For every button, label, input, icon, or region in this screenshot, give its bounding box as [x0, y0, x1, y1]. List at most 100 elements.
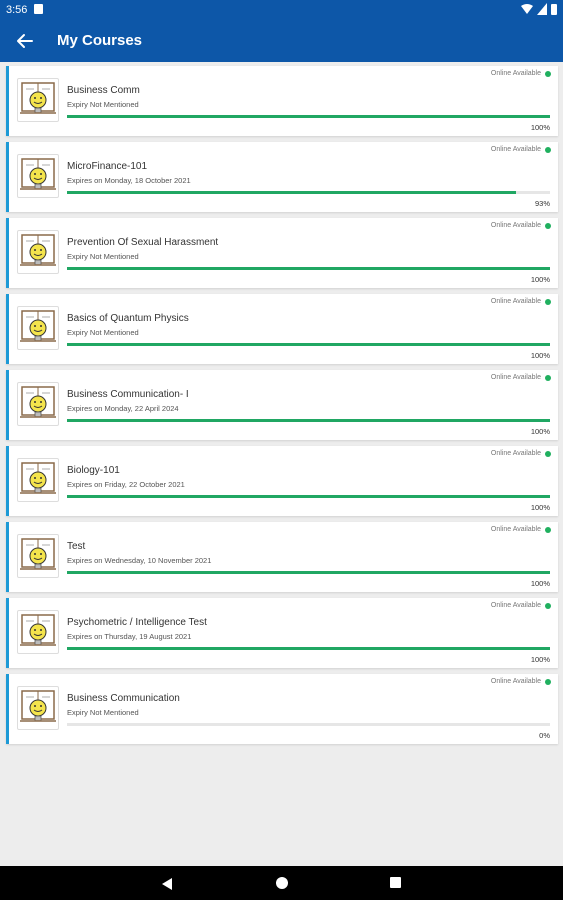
- progress-bar: [67, 495, 550, 498]
- progress-fill: [67, 571, 550, 574]
- lightbulb-book-icon: [20, 386, 56, 418]
- progress-fill: [67, 115, 550, 118]
- progress-label: 0%: [539, 731, 550, 740]
- course-card[interactable]: Online Available Business Communication-…: [6, 370, 558, 440]
- online-dot-icon: [545, 526, 551, 533]
- online-dot-icon: [545, 70, 551, 77]
- course-card[interactable]: Online Available MicroFinance-101 Expire…: [6, 142, 558, 212]
- course-title: Business Comm: [67, 85, 140, 96]
- status-icons: [521, 3, 557, 15]
- course-card[interactable]: Online Available Psychometric / Intellig…: [6, 598, 558, 668]
- course-expiry: Expiry Not Mentioned: [67, 252, 139, 261]
- progress-bar: [67, 191, 550, 194]
- course-card[interactable]: Online Available Prevention Of Sexual Ha…: [6, 218, 558, 288]
- progress-label: 100%: [530, 123, 550, 132]
- lightbulb-book-icon: [20, 614, 56, 646]
- progress-bar: [67, 571, 550, 574]
- progress-fill: [67, 647, 550, 650]
- progress-fill: [67, 495, 550, 498]
- recents-square-icon[interactable]: [390, 877, 401, 888]
- battery-icon: [551, 3, 557, 15]
- notification-icon: [34, 4, 43, 14]
- online-status-label: Online Available: [490, 222, 541, 229]
- lightbulb-book-icon: [20, 82, 56, 114]
- course-title: Test: [67, 541, 86, 552]
- course-expiry: Expires on Wednesday, 10 November 2021: [67, 556, 212, 565]
- course-thumbnail: [17, 686, 59, 730]
- course-thumbnail: [17, 154, 59, 198]
- course-thumbnail: [17, 78, 59, 122]
- progress-fill: [67, 343, 550, 346]
- progress-fill: [67, 267, 550, 270]
- progress-bar: [67, 647, 550, 650]
- course-title: Business Communication- I: [67, 389, 189, 400]
- course-thumbnail: [17, 230, 59, 274]
- arrow-left-icon[interactable]: [14, 30, 36, 52]
- course-card[interactable]: Online Available Basics of Quantum Physi…: [6, 294, 558, 364]
- progress-label: 100%: [530, 427, 550, 436]
- progress-bar: [67, 419, 550, 422]
- progress-fill: [67, 191, 517, 194]
- progress-bar: [67, 267, 550, 270]
- lightbulb-book-icon: [20, 234, 56, 266]
- course-expiry: Expiry Not Mentioned: [67, 100, 139, 109]
- course-expiry: Expires on Monday, 22 April 2024: [67, 404, 179, 413]
- course-thumbnail: [17, 534, 59, 578]
- course-card[interactable]: Online Available Business Communication …: [6, 674, 558, 744]
- progress-label: 100%: [530, 655, 550, 664]
- course-expiry: Expires on Thursday, 19 August 2021: [67, 632, 192, 641]
- online-status: Online Available: [491, 298, 551, 305]
- course-list: Online Available Business Comm Expiry No…: [6, 66, 558, 750]
- online-status: Online Available: [491, 374, 551, 381]
- lightbulb-book-icon: [20, 462, 56, 494]
- system-nav-bar: [0, 866, 563, 900]
- status-time: 3:56: [6, 4, 28, 16]
- online-status-label: Online Available: [490, 374, 541, 381]
- lightbulb-book-icon: [20, 158, 56, 190]
- online-status: Online Available: [491, 678, 551, 685]
- page-title: My Courses: [57, 32, 143, 49]
- online-dot-icon: [545, 298, 551, 305]
- online-dot-icon: [545, 450, 551, 457]
- online-dot-icon: [545, 678, 551, 685]
- online-status: Online Available: [491, 602, 551, 609]
- online-status-label: Online Available: [490, 678, 541, 685]
- app-bar: My Courses: [0, 20, 563, 62]
- online-status: Online Available: [491, 450, 551, 457]
- progress-fill: [67, 419, 550, 422]
- lightbulb-book-icon: [20, 310, 56, 342]
- progress-label: 93%: [534, 199, 550, 208]
- progress-label: 100%: [530, 503, 550, 512]
- course-thumbnail: [17, 610, 59, 654]
- course-thumbnail: [17, 306, 59, 350]
- progress-label: 100%: [530, 275, 550, 284]
- online-status: Online Available: [491, 146, 551, 153]
- course-expiry: Expiry Not Mentioned: [67, 708, 139, 717]
- progress-bar: [67, 343, 550, 346]
- course-title: Business Communication: [67, 693, 180, 704]
- lightbulb-book-icon: [20, 690, 56, 722]
- online-dot-icon: [545, 374, 551, 381]
- course-title: Basics of Quantum Physics: [67, 313, 189, 324]
- course-expiry: Expiry Not Mentioned: [67, 328, 139, 337]
- wifi-icon: [521, 4, 533, 14]
- course-title: MicroFinance-101: [67, 161, 148, 172]
- progress-label: 100%: [530, 579, 550, 588]
- online-status-label: Online Available: [490, 450, 541, 457]
- progress-label: 100%: [530, 351, 550, 360]
- online-status: Online Available: [491, 70, 551, 77]
- online-status: Online Available: [491, 526, 551, 533]
- back-triangle-icon[interactable]: [160, 877, 174, 891]
- course-title: Psychometric / Intelligence Test: [67, 617, 207, 628]
- progress-bar: [67, 723, 550, 726]
- progress-bar: [67, 115, 550, 118]
- online-dot-icon: [545, 222, 551, 229]
- online-status: Online Available: [491, 222, 551, 229]
- online-status-label: Online Available: [490, 526, 541, 533]
- lightbulb-book-icon: [20, 538, 56, 570]
- course-card[interactable]: Online Available Test Expires on Wednesd…: [6, 522, 558, 592]
- home-circle-icon[interactable]: [276, 877, 288, 889]
- course-card[interactable]: Online Available Biology-101 Expires on …: [6, 446, 558, 516]
- course-card[interactable]: Online Available Business Comm Expiry No…: [6, 66, 558, 136]
- status-bar: 3:56: [0, 0, 563, 20]
